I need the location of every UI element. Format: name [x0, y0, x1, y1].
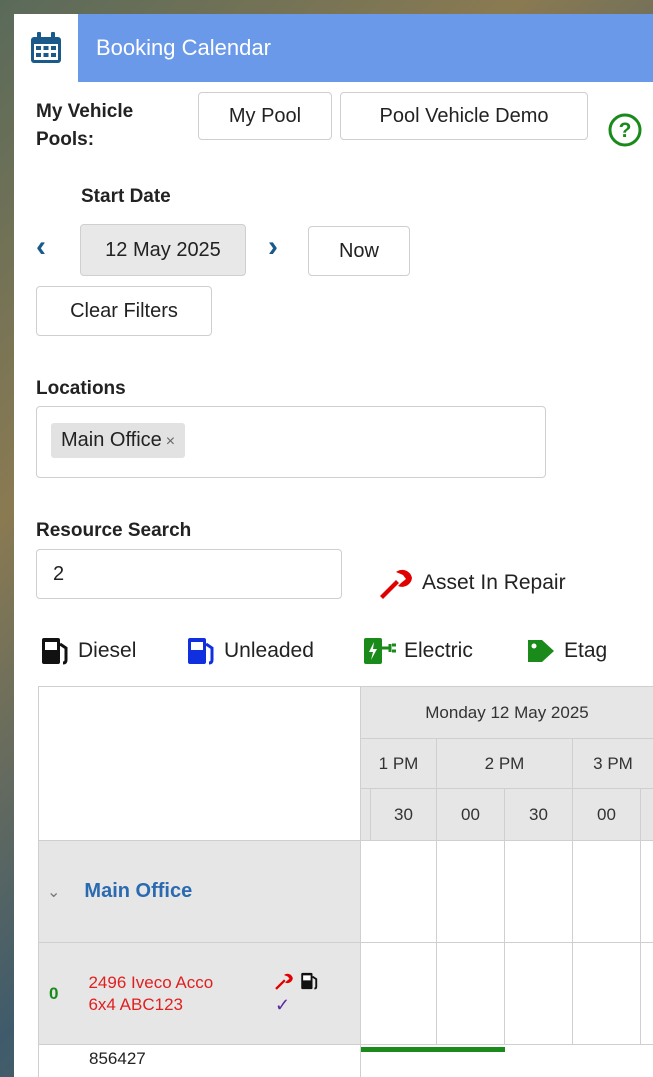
vehicle-row-2496[interactable]: 0 2496 Iveco Acco 6x4 ABC123 ✓	[39, 943, 361, 1045]
start-date-label: Start Date	[81, 186, 171, 207]
legend-etag: Etag	[526, 636, 607, 666]
legend-unleaded: Unleaded	[186, 636, 314, 666]
grid-corner	[39, 687, 361, 841]
fuel-pump-diesel-icon	[300, 972, 317, 990]
resource-search-input[interactable]: 2	[36, 549, 342, 599]
minute-header	[641, 789, 653, 841]
vehicle-name-line1: 856427	[89, 1049, 146, 1068]
day-header: Monday 12 May 2025	[361, 687, 653, 739]
hour-header-2pm: 2 PM	[437, 739, 573, 789]
resource-search-value: 2	[53, 563, 65, 585]
clear-filters-button[interactable]: Clear Filters	[36, 286, 212, 336]
now-button[interactable]: Now	[308, 226, 410, 276]
minute-header	[361, 789, 371, 841]
minute-header: 00	[437, 789, 505, 841]
booking-calendar-panel: Booking Calendar My Vehicle Pools: My Po…	[14, 14, 653, 1077]
legend-repair: Asset In Repair	[376, 566, 566, 600]
group-label: Main Office	[84, 880, 193, 902]
legend-repair-label: Asset In Repair	[422, 571, 566, 594]
ev-charger-icon	[364, 638, 396, 664]
legend-electric-label: Electric	[404, 639, 473, 662]
hour-header-1pm: 1 PM	[361, 739, 437, 789]
legend-diesel-label: Diesel	[78, 639, 137, 662]
resource-search-label: Resource Search	[36, 520, 192, 541]
group-row-main-office[interactable]: ⌄ Main Office	[39, 841, 361, 943]
app-title: Booking Calendar	[96, 35, 271, 60]
hour-header-3pm: 3 PM	[573, 739, 653, 789]
vehicle-row-slot[interactable]	[573, 943, 641, 1045]
minute-header: 00	[573, 789, 641, 841]
fuel-pump-unleaded-icon	[188, 638, 214, 665]
title-bar: Booking Calendar	[14, 14, 653, 82]
legend-diesel: Diesel	[40, 636, 136, 666]
group-row-slot	[573, 841, 641, 943]
vehicle-row-slot[interactable]	[361, 943, 437, 1045]
group-row-slot	[505, 841, 573, 943]
legend-electric: Electric	[362, 636, 473, 666]
vehicle-name: 2496 Iveco Acco 6x4 ABC123	[88, 972, 213, 1016]
tag-icon	[528, 640, 554, 662]
vehicle-name-line1: 2496 Iveco Acco	[88, 972, 214, 992]
location-tag-label: Main Office	[61, 429, 162, 451]
vehicle-row-slot[interactable]	[505, 943, 573, 1045]
chevron-down-icon[interactable]: ⌄	[47, 882, 60, 902]
calendar-icon	[31, 32, 61, 63]
vehicle-name-line2: 6x4 ABC123	[88, 994, 183, 1014]
wrench-icon	[275, 973, 293, 990]
next-date-chevron-icon[interactable]: ›	[268, 230, 278, 264]
wrench-icon	[380, 569, 412, 599]
minute-header: 30	[371, 789, 437, 841]
start-date-field[interactable]: 12 May 2025	[80, 224, 246, 276]
locations-select[interactable]: Main Office ×	[36, 406, 546, 478]
location-tag: Main Office ×	[51, 423, 186, 458]
group-row-slot	[641, 841, 653, 943]
group-row-slot	[437, 841, 505, 943]
calendar-grid: Monday 12 May 2025 1 PM 2 PM 3 PM 30 00 …	[38, 686, 653, 1077]
help-circle-icon[interactable]: ?	[607, 112, 643, 148]
calendar-icon-box	[14, 14, 78, 82]
remove-tag-icon[interactable]: ×	[166, 433, 175, 450]
pool-button-my-pool[interactable]: My Pool	[198, 92, 332, 140]
fuel-pump-diesel-icon	[42, 638, 68, 665]
prev-date-chevron-icon[interactable]: ‹	[36, 230, 46, 264]
svg-text:?: ?	[619, 119, 632, 142]
locations-label: Locations	[36, 378, 126, 399]
vehicle-status-icons: ✓	[273, 971, 329, 1014]
vehicle-row-slot[interactable]	[437, 943, 505, 1045]
checkmark-icon: ✓	[275, 995, 291, 1015]
legend-etag-label: Etag	[564, 639, 608, 662]
minute-header: 30	[505, 789, 573, 841]
vehicle-row-856427[interactable]: 856427	[39, 1045, 361, 1077]
vehicle-count: 0	[49, 983, 59, 1003]
group-row-slot	[361, 841, 437, 943]
pools-label: My Vehicle Pools:	[36, 101, 134, 150]
pool-button-demo[interactable]: Pool Vehicle Demo	[340, 92, 588, 140]
booking-bar[interactable]	[361, 1047, 505, 1052]
legend-unleaded-label: Unleaded	[224, 639, 314, 662]
vehicle-row-slot[interactable]	[641, 943, 653, 1045]
